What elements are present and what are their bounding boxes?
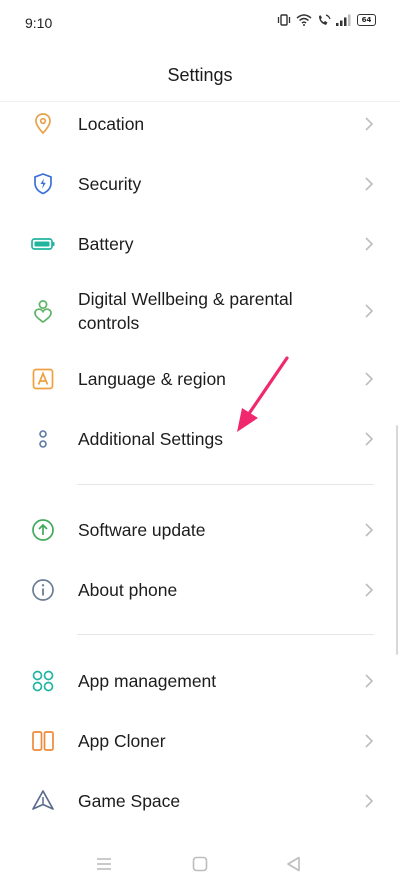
battery-icon — [30, 231, 56, 257]
chevron-right-icon — [364, 176, 374, 192]
settings-item-label: Game Space — [78, 791, 181, 811]
annotation-arrow-icon — [232, 352, 294, 441]
settings-item-label: Software update — [78, 520, 206, 540]
navigation-bar — [0, 840, 400, 889]
settings-item-software-update[interactable]: Software update — [0, 501, 400, 559]
vibrate-icon — [277, 14, 291, 26]
settings-item-label: Language & region — [78, 369, 226, 389]
section-divider — [77, 484, 374, 485]
battery-level-indicator: 64 — [357, 14, 376, 26]
shield-icon — [30, 171, 56, 197]
chevron-right-icon — [364, 431, 374, 447]
settings-item-security[interactable]: Security — [0, 155, 400, 213]
settings-item-label: App Cloner — [78, 731, 166, 751]
settings-item-app-cloner[interactable]: App Cloner — [0, 712, 400, 770]
home-icon[interactable] — [190, 854, 210, 874]
chevron-right-icon — [364, 673, 374, 689]
app-management-icon — [30, 668, 56, 694]
menu-icon[interactable] — [94, 854, 114, 874]
wifi-icon — [296, 14, 312, 26]
wellbeing-icon — [30, 298, 56, 324]
page-title: Settings — [167, 65, 233, 85]
settings-item-label: Digital Wellbeing & parental controls — [78, 289, 293, 333]
settings-item-about-phone[interactable]: About phone — [0, 561, 400, 619]
scrollbar[interactable] — [396, 425, 398, 655]
status-bar: 9:10 64 — [0, 0, 400, 46]
chevron-right-icon — [364, 371, 374, 387]
settings-item-label: Battery — [78, 234, 134, 254]
chevron-right-icon — [364, 733, 374, 749]
location-pin-icon — [30, 111, 56, 137]
back-icon[interactable] — [284, 854, 304, 874]
settings-item-label: Security — [78, 174, 142, 194]
settings-item-additional-settings[interactable]: Additional Settings — [0, 410, 400, 468]
language-icon — [30, 366, 56, 392]
signal-icon — [336, 14, 352, 26]
chevron-right-icon — [364, 303, 374, 319]
settings-item-app-management[interactable]: App management — [0, 652, 400, 710]
settings-item-battery[interactable]: Battery — [0, 215, 400, 273]
header: Settings — [0, 46, 400, 102]
game-space-icon — [30, 788, 56, 814]
settings-item-digital-wellbeing[interactable]: Digital Wellbeing & parental controls — [0, 280, 400, 342]
additional-settings-icon — [30, 426, 56, 452]
settings-item-location[interactable]: Location — [0, 95, 400, 153]
chevron-right-icon — [364, 522, 374, 538]
section-divider — [77, 634, 374, 635]
settings-item-label: About phone — [78, 580, 178, 600]
settings-item-game-space[interactable]: Game Space — [0, 772, 400, 830]
chevron-right-icon — [364, 116, 374, 132]
wifi-calling-icon — [317, 14, 331, 26]
chevron-right-icon — [364, 582, 374, 598]
app-cloner-icon — [30, 728, 56, 754]
status-icons: 64 — [277, 14, 376, 26]
status-time: 9:10 — [25, 15, 53, 31]
software-update-icon — [30, 517, 56, 543]
chevron-right-icon — [364, 236, 374, 252]
settings-item-label: App management — [78, 671, 217, 691]
settings-item-label: Location — [78, 114, 145, 134]
settings-item-language-region[interactable]: Language & region — [0, 350, 400, 408]
chevron-right-icon — [364, 793, 374, 809]
settings-item-label: Additional Settings — [78, 429, 223, 449]
info-icon — [30, 577, 56, 603]
